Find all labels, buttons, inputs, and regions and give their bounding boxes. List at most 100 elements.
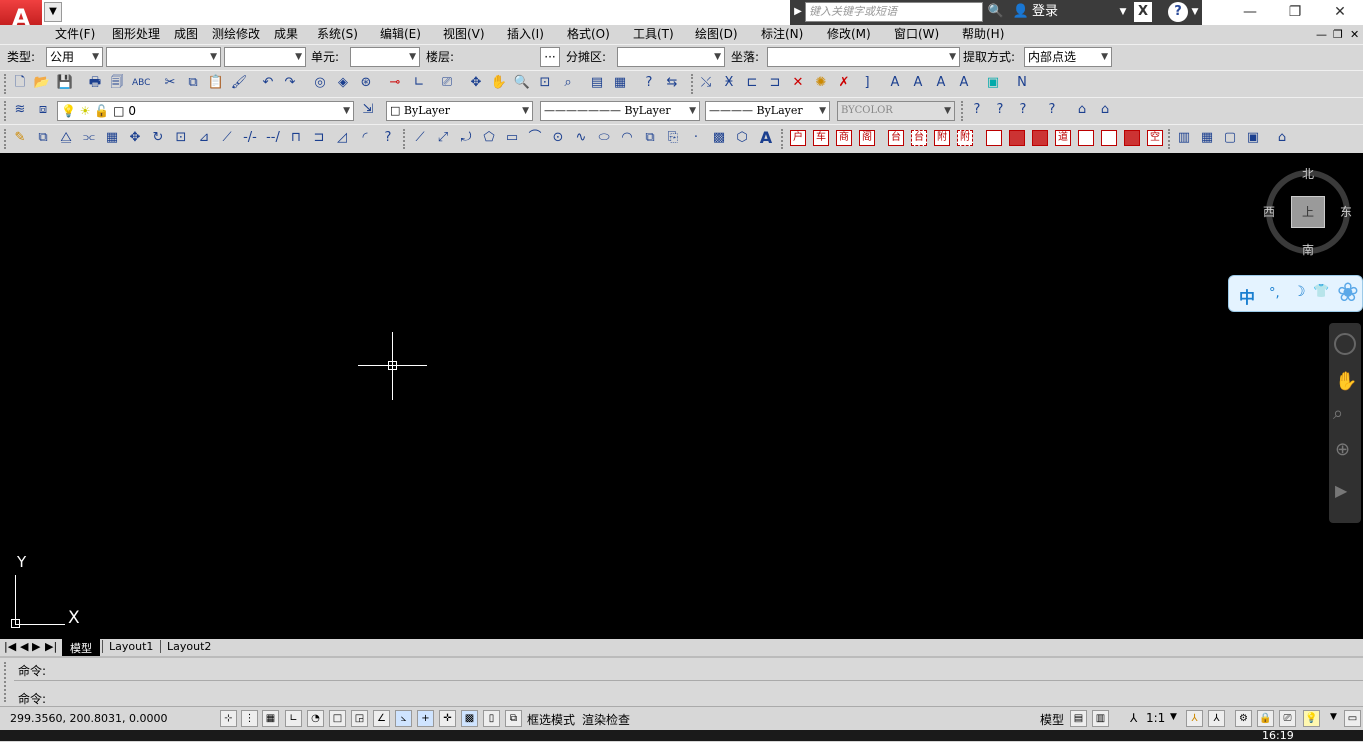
text-a-icon[interactable]: A [886,74,904,92]
linetype-select[interactable]: ——————— ByLayer ▼ [540,101,700,121]
isolate-objects-icon[interactable]: 💡 [1303,710,1320,727]
polar-tracking-icon[interactable]: ◔ [307,710,324,727]
floor-plan-icon-4[interactable]: ▣ [1244,129,1262,147]
toolbar-grip[interactable] [1168,129,1172,149]
floor-plan-icon-3[interactable]: ▢ [1221,129,1239,147]
named-views-icon[interactable]: ⎚ [438,74,456,92]
ucs-icon[interactable]: ∟ [410,74,428,92]
restore-button[interactable]: ❐ [1272,0,1318,25]
clean-screen-icon[interactable]: ▭ [1344,710,1361,727]
menu-view[interactable]: 视图(V) [443,27,485,42]
coordinates-display[interactable]: 299.3560, 200.8031, 0.0000 [10,712,167,725]
shop-icon[interactable]: 商 [836,130,852,146]
quick-view-layouts-icon[interactable]: ▤ [1070,710,1087,727]
help-toolbar-icon[interactable]: ? [640,74,658,92]
etransmit-icon[interactable]: ◈ [334,74,352,92]
text-find-icon[interactable]: A [955,74,973,92]
offset-icon[interactable]: ⫗ [80,129,98,147]
menu-mapping[interactable]: 成图 [174,27,198,42]
copy-icon[interactable]: ⧉ [184,74,202,92]
chamfer-icon[interactable]: ⊐ [310,129,328,147]
region-icon[interactable]: ⬡ [733,129,751,147]
toolbar-grip[interactable] [4,101,8,121]
publish-icon[interactable]: ◎ [311,74,329,92]
stretch-icon[interactable]: ⊿ [195,129,213,147]
object-snap-tracking-icon[interactable]: ∠ [373,710,390,727]
annex-half-icon[interactable]: 附 [957,130,973,146]
render-check-toggle[interactable]: 渲染检查 [582,711,630,728]
object-snap-icon[interactable]: □ [329,710,346,727]
tool-palettes-icon[interactable]: ⇆ [663,74,681,92]
zoom-nav-icon[interactable]: ⌕ [1333,403,1343,424]
room-icon-4[interactable] [1078,130,1094,146]
help-dropdown-icon[interactable]: ▼ [1190,2,1200,22]
paste-icon[interactable]: 📋 [207,74,225,92]
login-button[interactable]: 登录 [1032,2,1112,22]
user-icon[interactable]: 👤 [1012,2,1030,22]
zoom-window-icon[interactable]: ⊡ [536,74,554,92]
design-center-icon[interactable]: ▦ [611,74,629,92]
erase-icon[interactable]: ✎ [11,129,29,147]
new-file-icon[interactable]: 🗋 [11,74,29,92]
layer-manager-icon[interactable]: ≋ [11,101,29,119]
open-file-icon[interactable]: 📂 [33,74,51,92]
undo-icon[interactable]: ↶ [259,74,277,92]
help-icon-2[interactable]: ? [991,101,1009,119]
auto-scale-icon[interactable]: ⅄ [1208,710,1225,727]
match-properties-icon[interactable]: 🖌 [230,74,248,92]
toolbar-grip[interactable] [4,129,8,149]
zoom-realtime-icon[interactable]: 🔍 [513,74,531,92]
subcategory-select[interactable]: ▼ [224,47,306,67]
mirror-icon[interactable]: ⧋ [57,129,75,147]
dynamic-ucs-icon[interactable]: ⦣ [395,710,412,727]
print-icon[interactable]: 🖶 [86,74,104,92]
orbit-nav-icon[interactable]: ⊕ [1335,439,1350,460]
pan-hand-icon[interactable]: ✋ [490,74,508,92]
menu-dimension[interactable]: 标注(N) [761,27,803,42]
quick-access-dropdown-icon[interactable]: ▼ [44,2,62,22]
menu-results[interactable]: 成果 [274,27,298,42]
road-icon[interactable]: 道 [1055,130,1071,146]
menu-draw[interactable]: 绘图(D) [695,27,738,42]
point-icon[interactable]: · [687,129,705,147]
menu-survey-edit[interactable]: 测绘修改 [212,27,260,42]
terrace-icon[interactable]: 台 [888,130,904,146]
viewcube-south[interactable]: 南 [1302,241,1314,258]
multiline-text-icon[interactable]: A [757,129,775,147]
selection-cycling-icon[interactable]: ⧉ [505,710,522,727]
floor-plan-icon-1[interactable]: ▥ [1175,129,1193,147]
3d-osnap-icon[interactable]: ◲ [351,710,368,727]
infer-constraints-icon[interactable]: ⊹ [220,710,237,727]
command-prompt[interactable]: 命令: [18,690,46,707]
text-style-icon[interactable]: Ӿ [720,74,738,92]
viewcube-north[interactable]: 北 [1302,165,1314,182]
category-select[interactable]: ▼ [106,47,221,67]
pan-icon[interactable]: ✥ [467,74,485,92]
annex-icon[interactable]: 附 [934,130,950,146]
viewcube-east[interactable]: 东 [1340,203,1352,220]
prev-tab-icon[interactable]: ◀ [20,640,28,653]
extend-icon[interactable]: -/- [241,129,259,147]
image-icon[interactable]: ▣ [984,74,1002,92]
search-input[interactable]: 键入关键字或短语 [805,2,983,22]
transparency-icon[interactable]: ▩ [461,710,478,727]
cut-icon[interactable]: ✂ [161,74,179,92]
text-tool-icon[interactable]: ⤯ [697,74,715,92]
lineweight-icon[interactable]: ✛ [439,710,456,727]
ellipse-icon[interactable]: ⬭ [595,129,613,147]
tab-model[interactable]: 模型 [62,639,100,657]
tab-layout1[interactable]: Layout1 [102,640,159,653]
seat-select[interactable]: ▼ [767,47,960,67]
north-arrow-icon[interactable]: N [1013,74,1031,92]
help-icon-4[interactable]: ? [1043,101,1061,119]
arc-icon[interactable]: ⌒ [526,129,544,147]
explode-object-icon[interactable]: ◜ [356,129,374,147]
hatch-icon[interactable]: ▩ [710,129,728,147]
break-icon[interactable]: --/ [264,129,282,147]
hardware-acceleration-icon[interactable]: ⎚ [1279,710,1296,727]
binoculars-icon[interactable]: 🔍 [986,2,1006,22]
toolbar-grip[interactable] [4,74,8,94]
doc-restore-button[interactable]: ❐ [1333,27,1343,42]
fillet-icon[interactable]: ◿ [333,129,351,147]
viewcube-top-face[interactable]: 上 [1291,196,1325,228]
